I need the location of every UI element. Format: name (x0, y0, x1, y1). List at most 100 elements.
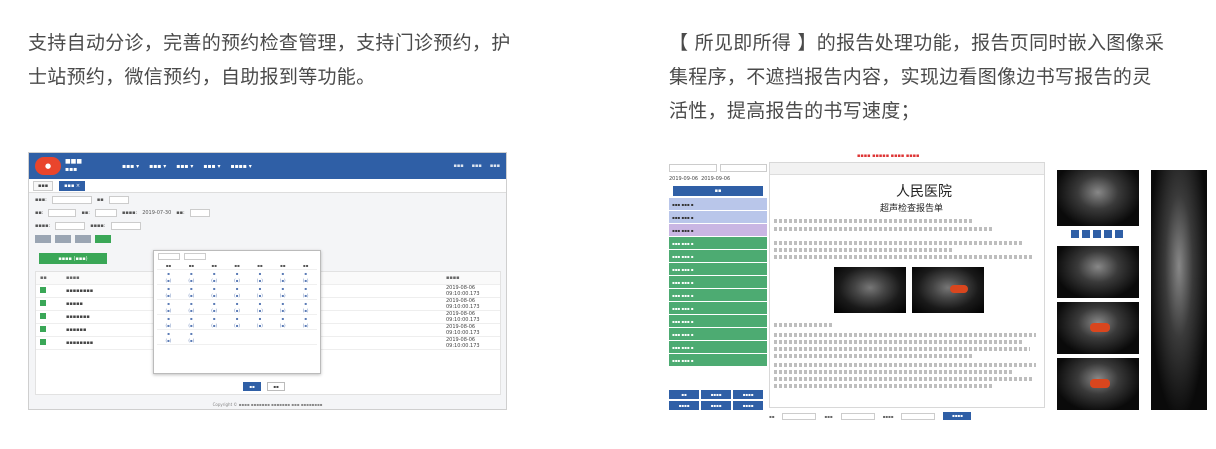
grid-cell[interactable]: ▪ (▪) (225, 270, 249, 285)
grid-cell[interactable]: ▪ (▪) (294, 285, 317, 300)
list-item[interactable]: ▪▪▪ ▪▪▪ ▪ (669, 198, 767, 211)
zoom-icon[interactable] (1093, 230, 1101, 238)
confirm-button[interactable]: ▪▪ (243, 382, 261, 391)
list-item[interactable]: ▪▪▪ ▪▪▪ ▪ (669, 263, 767, 276)
menu-item[interactable]: ▪▪▪ ▾ (122, 163, 139, 170)
tab-home[interactable]: ▪▪▪ (33, 180, 54, 191)
filter-select[interactable] (108, 195, 129, 204)
checkbox-icon[interactable] (40, 339, 46, 345)
action-button[interactable] (55, 235, 71, 243)
grid-cell[interactable]: ▪ (▪) (179, 270, 203, 285)
list-item[interactable]: ▪▪▪ ▪▪▪ ▪ (669, 211, 767, 224)
list-item[interactable]: ▪▪▪ ▪▪▪ ▪ (669, 328, 767, 341)
grid-cell[interactable]: ▪ (▪) (202, 300, 226, 315)
grid-cell[interactable]: ▪ (▪) (271, 300, 295, 315)
captured-image[interactable] (1057, 358, 1139, 410)
grid-cell[interactable]: ▪ (▪) (225, 285, 249, 300)
grid-cell[interactable]: ▪ (▪) (157, 270, 180, 285)
filter-select[interactable] (48, 208, 77, 217)
date-field[interactable]: 2019-07-30 (142, 210, 171, 216)
date-from[interactable]: 2019-09-06 (669, 176, 698, 182)
list-item[interactable]: ▪▪▪ ▪▪▪ ▪ (669, 341, 767, 354)
menu-item[interactable]: ▪▪▪▪ ▾ (231, 163, 252, 170)
grid-cell[interactable]: ▪ (▪) (157, 300, 180, 315)
tab-appointment[interactable]: ▪▪▪ × (59, 180, 86, 191)
checkbox-icon[interactable] (40, 287, 46, 293)
list-item[interactable]: ▪▪▪ ▪▪▪ ▪ (669, 289, 767, 302)
zoom-icon[interactable] (1115, 230, 1123, 238)
appointment-screenshot: ● ■■■ ▪▪▪ ▪▪▪ ▾ ▪▪▪ ▾ ▪▪▪ ▾ ▪▪▪ ▾ ▪▪▪▪ ▾ … (28, 152, 507, 410)
grid-cell[interactable]: ▪ (▪) (225, 315, 249, 330)
appointment-button[interactable]: ▪▪▪▪ (▪▪▪) (39, 253, 107, 264)
month-select[interactable] (184, 253, 206, 260)
list-item[interactable]: ▪▪▪ ▪▪▪ ▪ (669, 237, 767, 250)
list-action-button[interactable]: ▪▪▪▪ (733, 390, 763, 399)
filter-input[interactable] (51, 195, 92, 204)
grid-cell[interactable]: ▪ (▪) (225, 300, 249, 315)
list-item[interactable]: ▪▪▪ ▪▪▪ ▪ (669, 224, 767, 237)
zoom-icon[interactable] (1082, 230, 1090, 238)
filter-select[interactable] (94, 208, 117, 217)
list-action-button[interactable]: ▪▪▪▪ (701, 390, 731, 399)
filter-select[interactable] (55, 221, 86, 230)
grid-cell[interactable]: ▪ (▪) (202, 315, 226, 330)
grid-cell[interactable]: ▪ (▪) (294, 315, 317, 330)
captured-image[interactable] (1057, 246, 1139, 298)
grid-cell[interactable]: ▪ (▪) (179, 330, 203, 345)
grid-cell[interactable]: ▪ (▪) (294, 300, 317, 315)
cancel-button[interactable]: ▪▪ (267, 382, 285, 391)
grid-cell[interactable]: ▪ (▪) (202, 270, 226, 285)
grid-cell[interactable]: ▪ (▪) (248, 300, 272, 315)
filter-select[interactable] (719, 163, 767, 172)
list-item[interactable]: ▪▪▪ ▪▪▪ ▪ (669, 315, 767, 328)
menu-item[interactable]: ▪▪▪ ▾ (176, 163, 193, 170)
grid-cell[interactable]: ▪ (▪) (271, 285, 295, 300)
filter-select[interactable] (669, 163, 717, 172)
checkbox-icon[interactable] (40, 313, 46, 319)
list-action-button[interactable]: ▪▪▪▪ (701, 401, 731, 410)
list-action-button[interactable]: ▪▪▪▪ (669, 401, 699, 410)
checkbox-icon[interactable] (40, 326, 46, 332)
bottom-select[interactable] (782, 412, 817, 420)
date-to[interactable]: 2019-09-06 (701, 176, 730, 182)
grid-cell[interactable]: ▪ (▪) (179, 300, 203, 315)
user-area[interactable]: ▪▪▪ ▪▪▪ ▪▪▪ (453, 163, 500, 169)
list-item[interactable]: ▪▪▪ ▪▪▪ ▪ (669, 354, 767, 367)
year-select[interactable] (158, 253, 180, 260)
list-action-button[interactable]: ▪▪▪▪ (733, 401, 763, 410)
grid-cell[interactable]: ▪ (▪) (157, 330, 180, 345)
grid-cell[interactable]: ▪ (▪) (202, 285, 226, 300)
list-item[interactable]: ▪▪▪ ▪▪▪ ▪ (669, 276, 767, 289)
checkbox-icon[interactable] (40, 300, 46, 306)
filter-select[interactable] (189, 208, 210, 217)
action-button[interactable] (95, 235, 111, 243)
grid-cell[interactable]: ▪ (▪) (271, 270, 295, 285)
grid-cell[interactable]: ▪ (▪) (248, 270, 272, 285)
grid-cell[interactable]: ▪ (▪) (179, 285, 203, 300)
action-button[interactable] (35, 235, 51, 243)
editor-toolbar[interactable] (770, 163, 1044, 175)
list-action-button[interactable]: ▪▪ (669, 390, 699, 399)
grid-cell[interactable]: ▪ (▪) (157, 285, 180, 300)
list-item[interactable]: ▪▪▪ ▪▪▪ ▪ (669, 250, 767, 263)
search-button[interactable]: ▪▪ (673, 186, 763, 196)
grid-cell[interactable]: ▪ (▪) (248, 285, 272, 300)
action-button[interactable] (75, 235, 91, 243)
menu-item[interactable]: ▪▪▪ ▾ (149, 163, 166, 170)
grid-cell[interactable]: ▪ (▪) (248, 315, 272, 330)
zoom-icon[interactable] (1071, 230, 1079, 238)
bottom-select[interactable] (901, 412, 936, 420)
list-item[interactable]: ▪▪▪ ▪▪▪ ▪ (669, 302, 767, 315)
image-series-strip[interactable] (1151, 170, 1207, 410)
filter-select[interactable] (110, 221, 141, 230)
grid-cell[interactable]: ▪ (▪) (157, 315, 180, 330)
zoom-icon[interactable] (1104, 230, 1112, 238)
captured-image[interactable] (1057, 302, 1139, 354)
right-description: 【 所见即所得 】的报告处理功能，报告页同时嵌入图像采 集程序，不遮挡报告内容，… (669, 26, 1209, 128)
save-report-button[interactable]: ▪▪▪▪ (943, 412, 972, 420)
grid-cell[interactable]: ▪ (▪) (294, 270, 317, 285)
grid-cell[interactable]: ▪ (▪) (271, 315, 295, 330)
grid-cell[interactable]: ▪ (▪) (179, 315, 203, 330)
bottom-select[interactable] (840, 412, 875, 420)
menu-item[interactable]: ▪▪▪ ▾ (203, 163, 220, 170)
